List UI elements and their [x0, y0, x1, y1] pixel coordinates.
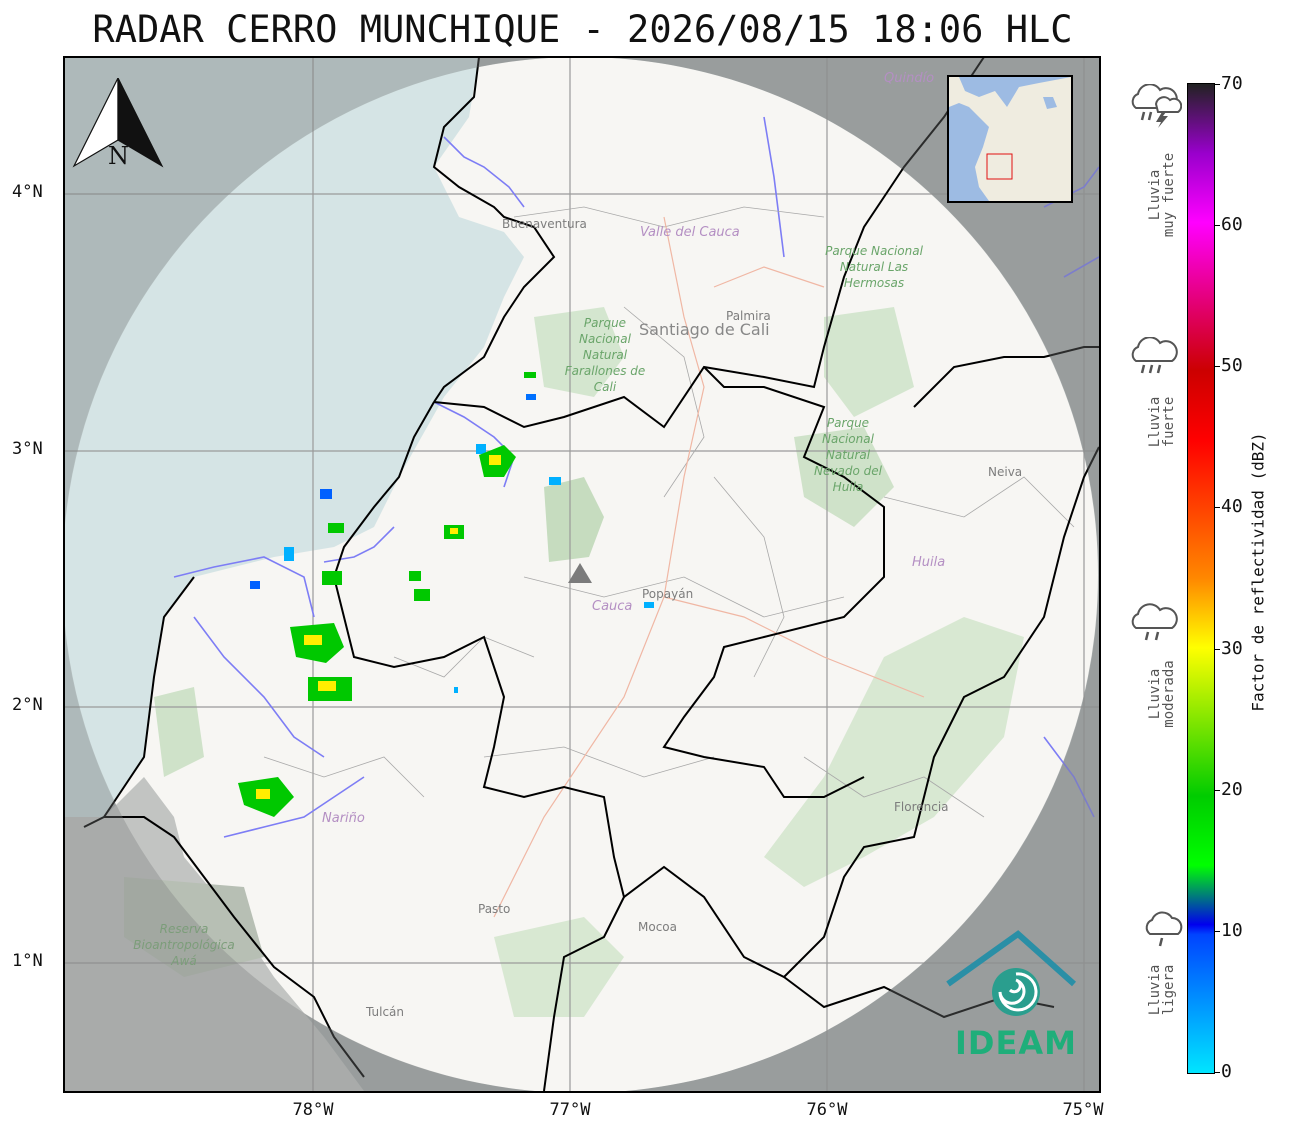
park-awa: Reserva Bioantropológica Awá	[133, 922, 235, 968]
colorbar-tick	[1214, 507, 1220, 509]
inset-locator-map	[947, 75, 1073, 203]
map-title: RADAR CERRO MUNCHIQUE - 2026/08/15 18:06…	[92, 8, 1073, 51]
cloud-light-rain-icon	[1145, 911, 1183, 947]
colorbar-tick	[1214, 930, 1220, 932]
lon-tick-label: 75°W	[1062, 1100, 1104, 1120]
colorbar-tick-label: 40	[1221, 496, 1243, 518]
place-mocoa: Mocoa	[638, 920, 677, 934]
place-pasto: Pasto	[478, 902, 511, 916]
colorbar-tick-label: 60	[1221, 214, 1243, 236]
lon-tick-label: 77°W	[549, 1100, 591, 1120]
colorbar-tick-label: 70	[1221, 73, 1243, 94]
place-santiago-de-cali: Santiago de Cali	[639, 320, 770, 339]
place-tulcan: Tulcán	[366, 1005, 405, 1019]
colorbar-tick	[1214, 648, 1220, 650]
place-florencia: Florencia	[894, 800, 949, 814]
lat-tick-label: 3°N	[12, 439, 43, 459]
dept-huila: Huila	[912, 555, 946, 570]
ideam-logo-icon	[946, 930, 1076, 1016]
lon-tick-label: 78°W	[292, 1100, 334, 1120]
colorbar-tick-label: 10	[1221, 919, 1243, 941]
colorbar-tick	[1214, 225, 1220, 227]
colorbar-tick-label: 30	[1221, 637, 1243, 659]
colorbar-tick-label: 0	[1221, 1061, 1232, 1082]
park-las-hermosas: Parque Nacional Natural Las Hermosas	[825, 244, 923, 290]
park-nevado-del-huila: Parque Nacional Natural Nevado del Huila	[814, 416, 882, 494]
colorbar-tick	[1214, 1072, 1220, 1073]
inset-land	[949, 77, 1071, 201]
place-neiva: Neiva	[988, 465, 1023, 479]
rain-category-light: Lluvia ligera	[1147, 964, 1177, 1016]
rain-category-very-heavy: Lluvia muy fuerte	[1147, 152, 1177, 238]
dept-valle-del-cauca: Valle del Cauca	[640, 225, 740, 240]
inset-svg	[949, 77, 1071, 201]
cloud-moderate-rain-icon	[1131, 603, 1178, 641]
colorbar-tick	[1214, 366, 1220, 368]
colorbar-tick-label: 20	[1221, 778, 1243, 800]
place-popayan: Popayán	[642, 587, 694, 601]
dept-quindio: Quindío	[884, 71, 935, 86]
rain-category-heavy: Lluvia fuerte	[1147, 396, 1177, 448]
rain-category-moderate: Lluvia moderada	[1147, 660, 1177, 728]
north-label: N	[108, 142, 129, 170]
colorbar-tick	[1214, 789, 1220, 791]
park-farallones: Parque Nacional Natural Farallones de Ca…	[564, 316, 646, 394]
reflectivity-colorbar	[1187, 83, 1215, 1074]
cloud-heavy-rain-icon	[1131, 337, 1178, 374]
colorbar-title: Factor de reflectividad (dBZ)	[1248, 432, 1268, 712]
colorbar-tick	[1214, 84, 1220, 85]
lat-tick-label: 2°N	[12, 695, 43, 715]
lon-tick-label: 76°W	[806, 1100, 848, 1120]
lat-tick-label: 4°N	[12, 182, 43, 202]
lat-tick-label: 1°N	[12, 951, 43, 971]
place-buenaventura: Buenaventura	[502, 217, 587, 231]
colorbar-tick-label: 50	[1221, 355, 1243, 377]
dept-cauca: Cauca	[592, 599, 633, 614]
dept-narino: Nariño	[322, 811, 365, 826]
ideam-logo-text: IDEAM	[955, 1024, 1077, 1062]
cloud-storm-icon	[1131, 84, 1182, 128]
